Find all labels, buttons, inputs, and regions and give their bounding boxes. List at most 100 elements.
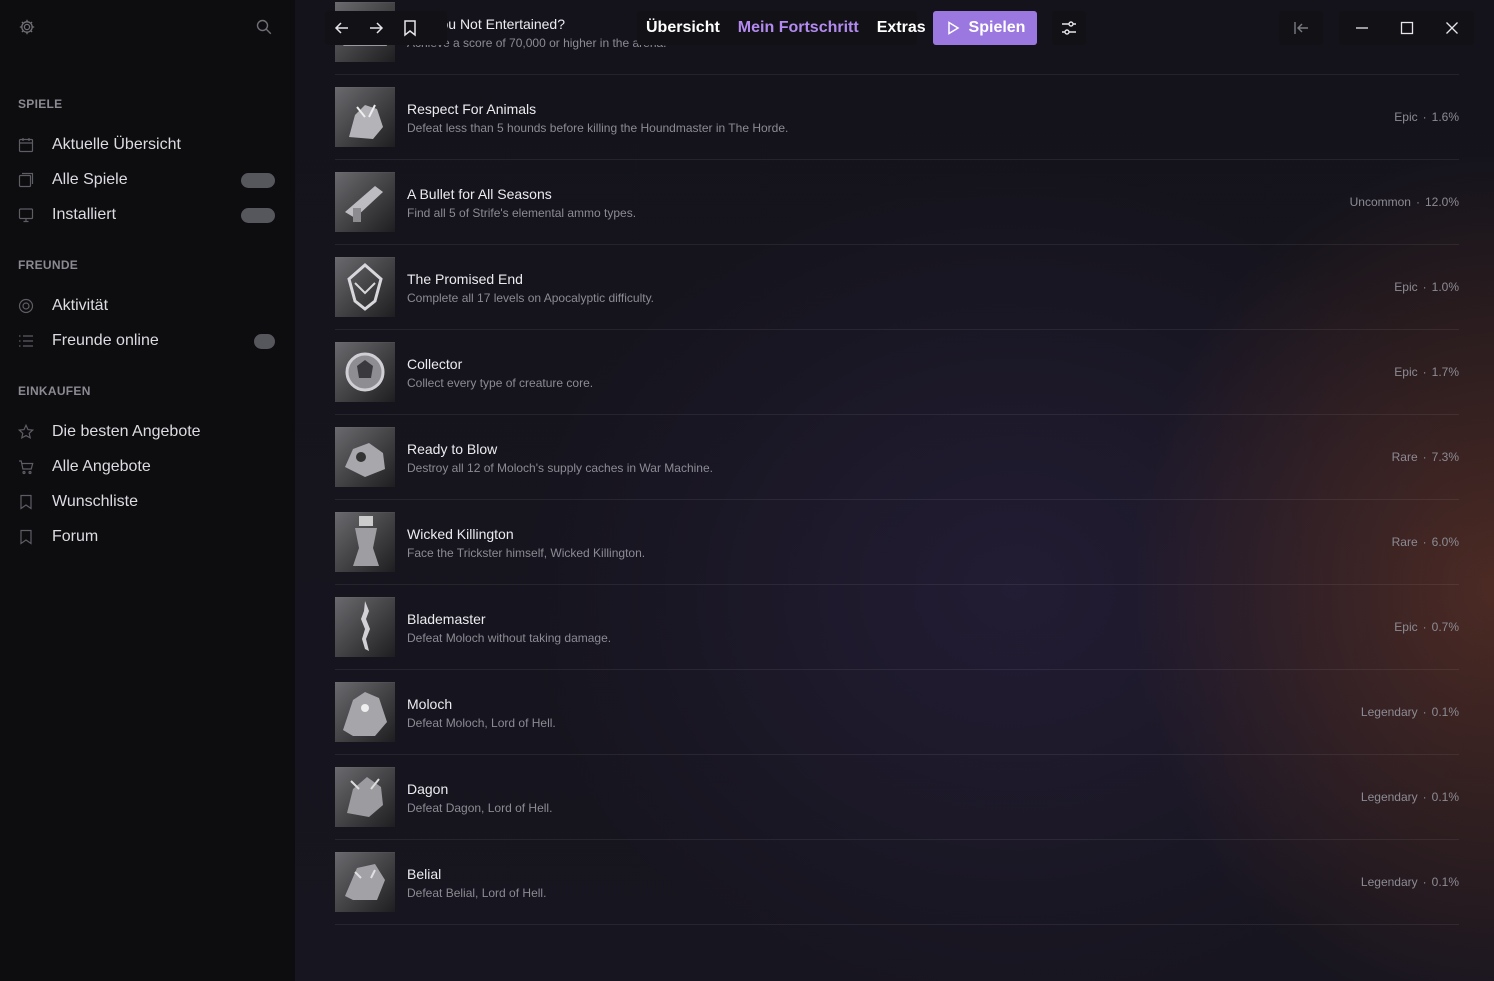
sidebar-item-aktuelle-uebersicht[interactable]: Aktuelle Übersicht — [18, 131, 275, 159]
achievement-row[interactable]: Ready to Blow Destroy all 12 of Moloch's … — [335, 415, 1459, 500]
sidebar-top-bar — [18, 18, 273, 40]
sidebar-item-label: Installiert — [52, 206, 117, 223]
achievement-row[interactable]: Wicked Killington Face the Trickster hims… — [335, 500, 1459, 585]
play-button-label: Spielen — [968, 19, 1026, 36]
rarity-label: Legendary — [1360, 705, 1418, 719]
achievement-row[interactable]: Moloch Defeat Moloch, Lord of Hell. Legend… — [335, 670, 1459, 755]
achievement-title: The Promised End — [407, 271, 523, 287]
achievement-title: Moloch — [407, 696, 453, 712]
search-icon[interactable] — [255, 18, 273, 36]
main-content: Are You Not Entertained? Achieve a score … — [295, 0, 1494, 981]
achievement-rarity: Epic · 1.7% — [1394, 365, 1459, 379]
achievement-badge-icon — [335, 87, 395, 147]
minimize-icon — [1355, 27, 1368, 29]
achievement-badge-icon — [335, 172, 395, 232]
forward-button[interactable] — [359, 11, 393, 45]
sidebar-item-alle-angebote[interactable]: Alle Angebote — [18, 453, 275, 481]
achievement-row[interactable]: Collector Collect every type of creature … — [335, 330, 1459, 415]
section-title-spiele: SPIELE — [18, 97, 63, 111]
achievement-row[interactable]: The Promised End Complete all 17 levels o… — [335, 245, 1459, 330]
sidebar-item-forum[interactable]: Forum — [18, 523, 275, 551]
sidebar-item-label: Alle Angebote — [52, 458, 151, 475]
rarity-label: Epic — [1394, 365, 1418, 379]
rarity-percent: 0.1% — [1431, 705, 1459, 719]
achievement-description: Defeat Moloch, Lord of Hell. — [407, 716, 556, 730]
rarity-label: Rare — [1391, 450, 1418, 464]
achievement-thumbnail — [335, 172, 395, 232]
sidebar-item-alle-spiele[interactable]: Alle Spiele — [18, 166, 275, 194]
settings-button[interactable] — [1052, 11, 1086, 45]
rarity-percent: 7.3% — [1431, 450, 1459, 464]
rarity-label: Legendary — [1360, 875, 1418, 889]
achievement-rarity: Epic · 1.6% — [1394, 110, 1459, 124]
separator-dot: · — [1422, 705, 1427, 719]
achievement-badge-icon — [335, 342, 395, 402]
list-icon — [18, 333, 34, 349]
sidebar-item-label: Aktuelle Übersicht — [52, 136, 181, 153]
tab-mein-fortschritt[interactable]: Mein Fortschritt — [738, 19, 859, 37]
collapse-button[interactable] — [1279, 11, 1323, 45]
separator-dot: · — [1422, 790, 1427, 804]
achievement-thumbnail — [335, 597, 395, 657]
achievement-row[interactable]: Blademaster Defeat Moloch without taking … — [335, 585, 1459, 670]
rarity-label: Epic — [1394, 110, 1418, 124]
separator-dot: · — [1415, 195, 1420, 209]
separator-dot: · — [1422, 535, 1427, 549]
achievement-rarity: Legendary · 0.1% — [1361, 705, 1459, 719]
arrow-to-left-icon — [1294, 22, 1308, 34]
sliders-icon — [1062, 21, 1076, 35]
sidebar: SPIELE Aktuelle Übersicht Alle Spiele In… — [0, 0, 295, 981]
maximize-button[interactable] — [1384, 11, 1429, 45]
rarity-percent: 1.0% — [1431, 280, 1459, 294]
sidebar-item-aktivitaet[interactable]: Aktivität — [18, 292, 275, 320]
sidebar-item-label: Die besten Angebote — [52, 423, 201, 440]
play-button[interactable]: Spielen — [933, 11, 1037, 45]
nav-group — [325, 11, 447, 45]
back-button[interactable] — [325, 11, 359, 45]
bookmark-icon — [404, 20, 416, 37]
star-icon — [17, 423, 35, 440]
achievement-badge-icon — [335, 512, 395, 572]
achievement-title: A Bullet for All Seasons — [407, 186, 552, 202]
sidebar-item-installiert[interactable]: Installiert — [18, 201, 275, 229]
separator-dot: · — [1422, 280, 1427, 294]
achievement-title: Collector — [407, 356, 463, 372]
rarity-percent: 0.7% — [1431, 620, 1459, 634]
tab-uebersicht[interactable]: Übersicht — [646, 19, 720, 37]
achievement-title: Respect For Animals — [407, 101, 537, 117]
achievement-badge-icon — [335, 257, 395, 317]
sidebar-item-beste-angebote[interactable]: Die besten Angebote — [17, 418, 275, 446]
achievement-row[interactable]: A Bullet for All Seasons Find all 5 of St… — [335, 160, 1459, 245]
separator-dot: · — [1422, 450, 1427, 464]
minimize-button[interactable] — [1339, 11, 1384, 45]
count-badge — [254, 334, 275, 349]
achievement-description: Defeat Belial, Lord of Hell. — [407, 886, 547, 900]
sidebar-item-label: Wunschliste — [52, 493, 138, 510]
achievement-badge-icon — [335, 597, 395, 657]
separator-dot: · — [1422, 620, 1427, 634]
close-button[interactable] — [1429, 11, 1474, 45]
tab-extras[interactable]: Extras — [877, 19, 926, 37]
achievement-title: Wicked Killington — [407, 526, 514, 542]
rarity-percent: 12.0% — [1424, 195, 1459, 209]
rarity-percent: 0.1% — [1431, 790, 1459, 804]
achievement-rarity: Legendary · 0.1% — [1361, 790, 1459, 804]
achievement-row[interactable]: Dagon Defeat Dagon, Lord of Hell. Legendar… — [335, 755, 1459, 840]
cart-icon — [18, 459, 34, 475]
achievement-description: Defeat less than 5 hounds before killing… — [407, 121, 789, 135]
gear-icon[interactable] — [18, 18, 36, 36]
achievement-list[interactable]: Are You Not Entertained? Achieve a score … — [335, 2, 1459, 925]
app-window: SPIELE Aktuelle Übersicht Alle Spiele In… — [0, 0, 1494, 981]
achievement-badge-icon — [335, 682, 395, 742]
achievement-description: Collect every type of creature core. — [407, 376, 594, 390]
achievement-badge-icon — [335, 852, 395, 912]
bookmark-button[interactable] — [393, 11, 427, 45]
achievement-thumbnail — [335, 512, 395, 572]
achievement-rarity: Epic · 1.0% — [1394, 280, 1459, 294]
achievement-rarity: Rare · 7.3% — [1392, 450, 1459, 464]
sidebar-item-wunschliste[interactable]: Wunschliste — [18, 488, 275, 516]
achievement-row[interactable]: Respect For Animals Defeat less than 5 ho… — [335, 75, 1459, 160]
rarity-percent: 0.1% — [1431, 875, 1459, 889]
achievement-row[interactable]: Belial Defeat Belial, Lord of Hell. Legend… — [335, 840, 1459, 925]
sidebar-item-freunde-online[interactable]: Freunde online — [18, 327, 275, 355]
